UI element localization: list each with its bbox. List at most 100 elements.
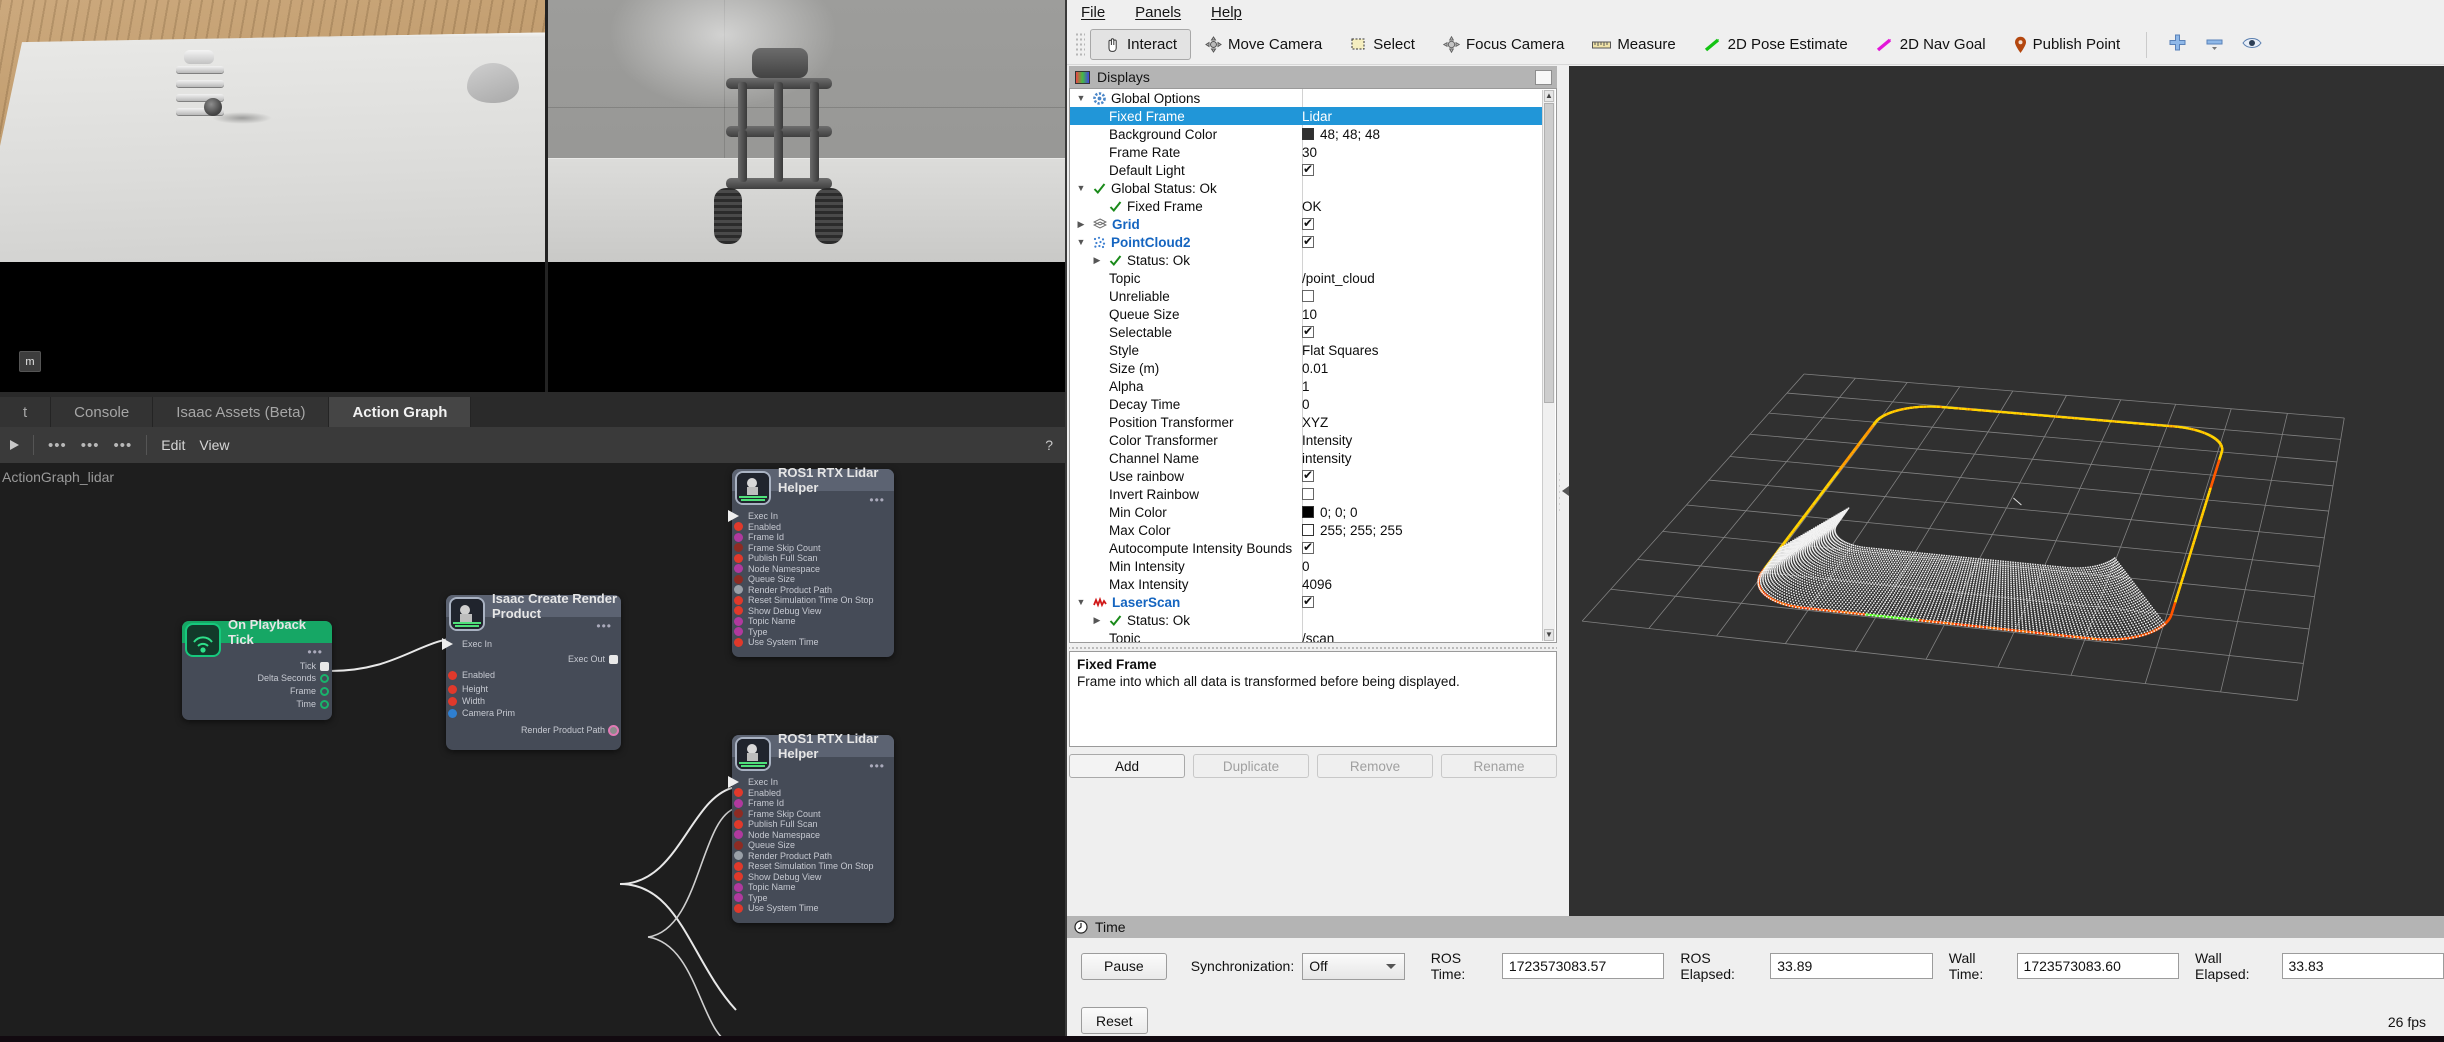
port-row[interactable]: Frame — [182, 685, 332, 698]
menu-panels[interactable]: Panels — [1135, 4, 1181, 21]
node-menu-dots[interactable]: ••• — [307, 645, 323, 659]
displays-tree[interactable]: ▼ Global Options Fixed Frame Lidar Backgroun… — [1069, 88, 1557, 643]
tree-row[interactable]: Invert Rainbow — [1070, 485, 1542, 503]
tree-row-value-cell[interactable]: Intensity — [1302, 433, 1542, 448]
port-pin-render-product-path[interactable] — [734, 851, 743, 860]
checkbox[interactable] — [1302, 542, 1314, 554]
port-pin-exec-in[interactable] — [728, 510, 739, 522]
port-pin[interactable] — [734, 841, 743, 850]
port-row[interactable]: Node Namespace — [732, 830, 894, 841]
port-pin[interactable] — [734, 862, 743, 871]
port-row[interactable]: Exec In — [732, 777, 894, 788]
tree-row-value-cell[interactable]: 48; 48; 48 — [1302, 127, 1542, 142]
tree-row[interactable]: Autocompute Intensity Bounds — [1070, 539, 1542, 557]
tree-row-value-cell[interactable]: 10 — [1302, 307, 1542, 322]
checkbox[interactable] — [1302, 326, 1314, 338]
tree-row-value-cell[interactable] — [1302, 290, 1542, 302]
tree-row[interactable]: Position Transformer XYZ — [1070, 413, 1542, 431]
port-pin-exec-in[interactable] — [442, 638, 453, 650]
port-row[interactable]: Width — [446, 695, 621, 707]
3d-viewport[interactable] — [1569, 66, 2444, 916]
chevron-right-icon[interactable]: ▶ — [1074, 219, 1088, 230]
checkbox[interactable] — [1302, 290, 1314, 302]
port-pin[interactable] — [734, 638, 743, 647]
color-swatch[interactable] — [1302, 506, 1314, 518]
port-row[interactable]: Use System Time — [732, 903, 894, 914]
port-pin[interactable] — [448, 685, 457, 694]
node-on-playback-tick[interactable]: On Playback Tick ••• Tick Delta Seconds … — [182, 621, 332, 720]
tool-move-camera[interactable]: Move Camera — [1191, 29, 1336, 60]
isaac-tab-t[interactable]: t — [0, 397, 51, 427]
menu-help[interactable]: Help — [1211, 4, 1242, 21]
port-row[interactable]: Render Product Path — [732, 851, 894, 862]
port-pin[interactable] — [734, 554, 743, 563]
viewport-camera-top[interactable]: m — [0, 0, 545, 392]
port-row[interactable]: Publish Full Scan — [732, 819, 894, 830]
node-menu-dots[interactable]: ••• — [869, 759, 885, 773]
wall-time-field[interactable]: 1723573083.60 — [2017, 953, 2180, 979]
reset-button[interactable]: Reset — [1081, 1007, 1148, 1034]
chevron-right-icon[interactable]: ▶ — [1090, 255, 1104, 266]
port-pin[interactable] — [734, 799, 743, 808]
tree-row[interactable]: Default Light — [1070, 161, 1542, 179]
tree-row[interactable]: ▶ Status: Ok — [1070, 611, 1542, 629]
tree-row-value-cell[interactable]: 0 — [1302, 559, 1542, 574]
port-row[interactable]: Time — [182, 698, 332, 711]
port-pin[interactable] — [448, 671, 457, 680]
displays-viewport-splitter[interactable] — [1559, 66, 1569, 916]
chevron-down-icon[interactable]: ▼ — [1074, 93, 1088, 103]
graph-play-icon[interactable] — [10, 440, 19, 450]
port-row[interactable]: Topic Name — [732, 882, 894, 893]
port-row[interactable]: Queue Size — [732, 840, 894, 851]
port-pin[interactable] — [734, 606, 743, 615]
graph-menu-edit[interactable]: Edit — [161, 437, 185, 453]
isaac-tab-console[interactable]: Console — [51, 397, 153, 427]
port-pin[interactable] — [734, 564, 743, 573]
port-row[interactable]: Use System Time — [732, 637, 894, 648]
checkbox[interactable] — [1302, 488, 1314, 500]
tree-row-value-cell[interactable]: 4096 — [1302, 577, 1542, 592]
port-row[interactable]: Render Product Path — [732, 585, 894, 596]
port-pin[interactable] — [734, 830, 743, 839]
tree-row-value-cell[interactable]: 255; 255; 255 — [1302, 523, 1542, 538]
port-pin[interactable] — [734, 820, 743, 829]
tree-row-value-cell[interactable] — [1302, 164, 1542, 176]
tool-2d-nav-goal[interactable]: 2D Nav Goal — [1862, 29, 2000, 60]
graph-menu-dots-3[interactable]: ••• — [114, 437, 133, 454]
port-pin[interactable] — [734, 575, 743, 584]
port-pin-exec-out[interactable] — [609, 655, 618, 664]
tree-row[interactable]: Max Color 255; 255; 255 — [1070, 521, 1542, 539]
color-swatch[interactable] — [1302, 128, 1314, 140]
help-icon[interactable]: ? — [1045, 437, 1053, 453]
tree-row[interactable]: Topic/point_cloud — [1070, 269, 1542, 287]
tree-row[interactable]: Use rainbow — [1070, 467, 1542, 485]
tree-row-value-cell[interactable] — [1302, 326, 1542, 338]
port-row[interactable]: Frame Skip Count — [732, 543, 894, 554]
scroll-up-button[interactable]: ▲ — [1544, 90, 1554, 102]
tree-row[interactable]: Frame Rate 30 — [1070, 143, 1542, 161]
isaac-tab-action-graph[interactable]: Action Graph — [329, 397, 471, 427]
float-panel-button[interactable] — [1535, 70, 1552, 85]
port-pin[interactable] — [734, 809, 743, 818]
port-row[interactable]: Frame Id — [732, 798, 894, 809]
graph-menu-dots-1[interactable]: ••• — [48, 437, 67, 454]
viewport-camera-front[interactable] — [548, 0, 1066, 392]
port-row[interactable]: Show Debug View — [732, 606, 894, 617]
tree-row-value-cell[interactable]: Lidar — [1302, 109, 1542, 124]
chevron-down-icon[interactable]: ▼ — [1074, 183, 1088, 193]
tool-publish-point[interactable]: Publish Point — [2000, 29, 2135, 60]
tree-row[interactable]: Channel Name intensity — [1070, 449, 1542, 467]
scrollbar-thumb[interactable] — [1544, 103, 1554, 403]
port-row[interactable]: Exec In — [732, 511, 894, 522]
tree-row-value-cell[interactable]: /scan — [1302, 631, 1542, 644]
tree-row[interactable]: Color Transformer Intensity — [1070, 431, 1542, 449]
node-ros1-rtx-lidar-helper-2[interactable]: ROS1 RTX Lidar Helper ••• Exec In Enable… — [732, 735, 894, 923]
viewport-unit-badge[interactable]: m — [19, 351, 41, 372]
pause-button[interactable]: Pause — [1081, 953, 1167, 980]
port-row[interactable]: Reset Simulation Time On Stop — [732, 861, 894, 872]
port-pin[interactable] — [320, 700, 329, 709]
port-row[interactable]: Frame Skip Count — [732, 809, 894, 820]
tree-row-value-cell[interactable] — [1302, 470, 1542, 482]
checkbox[interactable] — [1302, 470, 1314, 482]
graph-menu-dots-2[interactable]: ••• — [81, 437, 100, 454]
